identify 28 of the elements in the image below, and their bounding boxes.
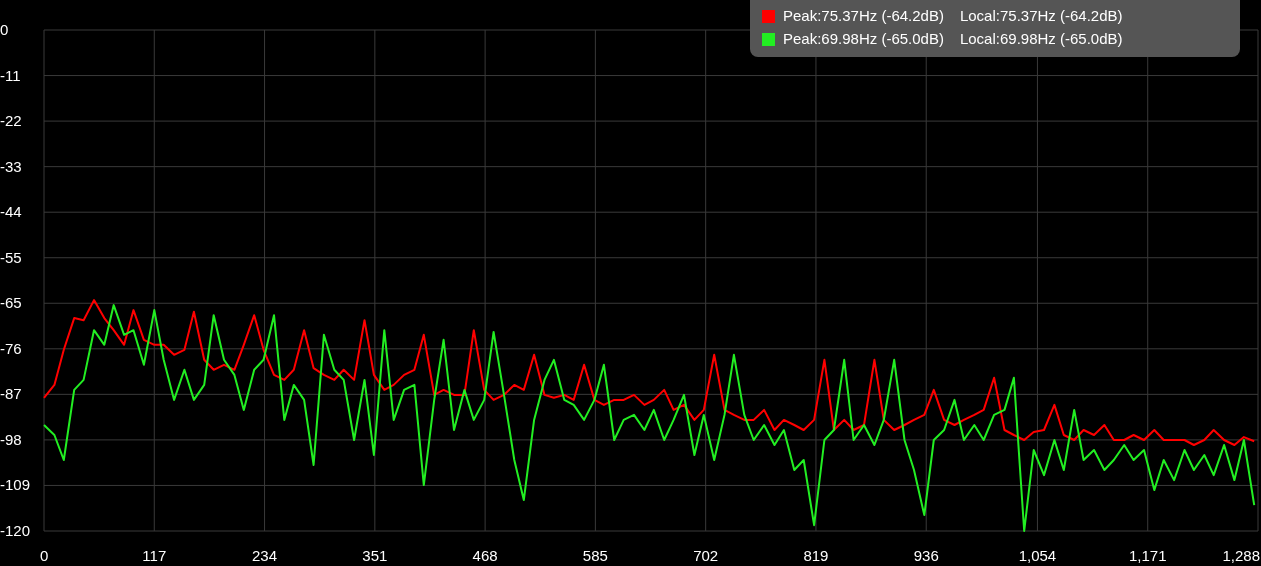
y-axis-label: -109	[0, 476, 31, 494]
y-axis-label: 0	[0, 21, 9, 38]
x-axis-label: 1,171	[1128, 547, 1167, 564]
peak-reading: Peak:69.98Hz (-65.0dB)	[783, 29, 944, 49]
local-reading: Local:75.37Hz (-64.2dB)	[959, 6, 1123, 26]
x-axis-label: 585	[582, 547, 608, 564]
y-axis-label: -98	[0, 430, 22, 448]
y-axis-label: -44	[0, 203, 22, 221]
peak-reading: Peak:75.37Hz (-64.2dB)	[783, 6, 944, 26]
y-axis-label: -22	[0, 112, 22, 130]
x-axis-label: 936	[913, 547, 939, 564]
y-axis-label: -120	[0, 522, 31, 539]
y-axis-label: -55	[0, 248, 22, 266]
x-axis-label: 117	[142, 547, 167, 564]
y-axis-label: -65	[0, 294, 22, 312]
y-axis-label: -76	[0, 339, 22, 357]
x-axis-label: 702	[693, 547, 719, 564]
x-axis-label: 819	[803, 547, 829, 564]
x-axis-label: 234	[252, 547, 278, 564]
x-axis-label: 468	[472, 547, 498, 564]
y-axis-label: -87	[0, 385, 22, 403]
y-axis-label: -11	[0, 66, 21, 84]
y-axis-label: -33	[0, 157, 22, 175]
x-axis-label: 0	[40, 547, 49, 564]
x-axis-label: 1,054	[1018, 547, 1057, 564]
x-axis-label: 1,288	[1222, 547, 1260, 564]
x-axis-label: 351	[362, 547, 388, 564]
local-reading: Local:69.98Hz (-65.0dB)	[959, 29, 1123, 49]
